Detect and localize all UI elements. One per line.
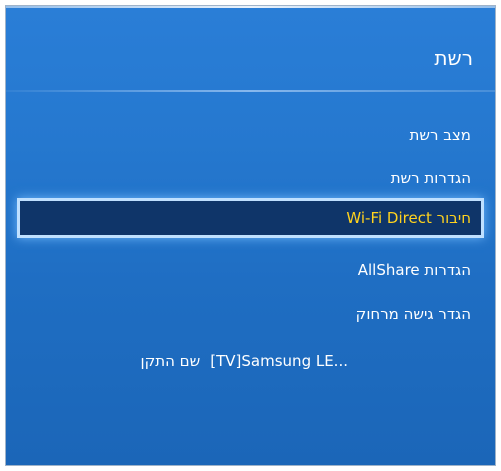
- menu-item-allshare-settings[interactable]: הגדרות AllShare: [16, 253, 485, 287]
- device-name-value: [TV]Samsung LE...: [210, 352, 348, 370]
- menu-item-label: הגדרות רשת: [390, 169, 471, 187]
- title-divider: [6, 90, 495, 92]
- menu-title: רשת: [434, 46, 473, 70]
- menu-item-label: חיבור Wi-Fi Direct: [346, 209, 471, 227]
- menu-item-network-settings[interactable]: הגדרות רשת: [16, 161, 485, 195]
- menu-item-remote-access[interactable]: הגדר גישה מרחוק: [16, 297, 485, 331]
- menu-item-label: מצב רשת: [409, 126, 471, 144]
- menu-item-device-name[interactable]: שם התקן [TV]Samsung LE...: [48, 346, 348, 376]
- device-name-label: שם התקן: [140, 352, 201, 370]
- network-menu-panel: רשת מצב רשת הגדרות רשת חיבור Wi-Fi Direc…: [5, 5, 496, 466]
- menu-item-wifi-direct[interactable]: חיבור Wi-Fi Direct: [17, 198, 484, 238]
- menu-item-network-status[interactable]: מצב רשת: [16, 118, 485, 152]
- menu-item-label: הגדר גישה מרחוק: [355, 305, 471, 323]
- menu-item-label: הגדרות AllShare: [357, 261, 471, 279]
